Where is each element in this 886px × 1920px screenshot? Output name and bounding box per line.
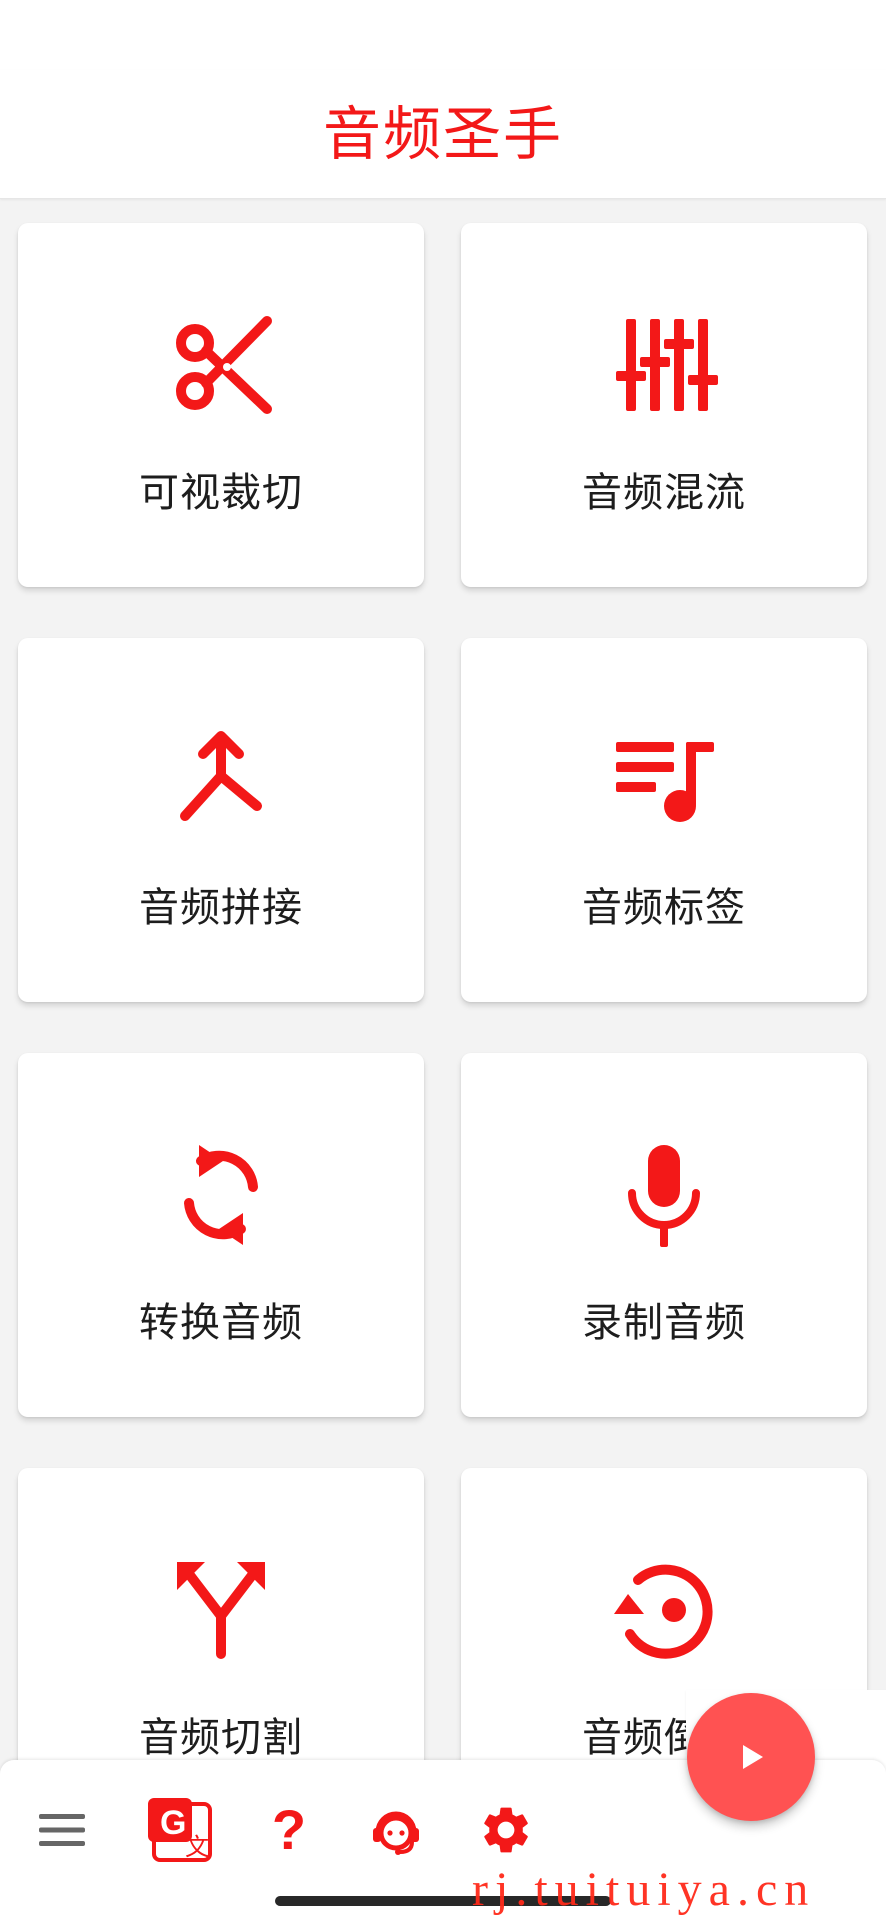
status-bar [0, 0, 886, 70]
translate-icon: G 文 [148, 1798, 212, 1862]
tile-audio-split[interactable]: 音频切割 [18, 1468, 424, 1760]
svg-text:G: G [160, 1804, 186, 1842]
tile-audio-tags[interactable]: 音频标签 [461, 638, 867, 1002]
menu-button[interactable] [22, 1790, 102, 1870]
play-fab[interactable] [687, 1693, 815, 1821]
page-title: 音频圣手 [322, 100, 563, 168]
translate-button[interactable]: G 文 [140, 1790, 220, 1870]
merge-icon [180, 731, 262, 821]
settings-button[interactable] [466, 1790, 546, 1870]
support-button[interactable] [356, 1790, 436, 1870]
tile-audio-merge[interactable]: 音频拼接 [18, 638, 424, 1002]
help-button[interactable]: ? [249, 1790, 329, 1870]
music-list-icon [616, 742, 714, 822]
tile-label: 音频标签 [582, 885, 746, 931]
microphone-icon [628, 1145, 700, 1247]
tile-label: 可视裁切 [139, 470, 303, 516]
tile-label: 录制音频 [582, 1300, 746, 1346]
play-icon [743, 1745, 763, 1769]
split-icon [177, 1562, 265, 1659]
svg-text:文: 文 [185, 1833, 209, 1861]
tile-label: 转换音频 [139, 1300, 303, 1346]
tile-record-audio[interactable]: 录制音频 [461, 1053, 867, 1417]
watermark-text: rj.tuituiya.cn [472, 1863, 816, 1916]
reverse-icon [614, 1564, 713, 1659]
tile-audio-mix[interactable]: 音频混流 [461, 223, 867, 587]
tile-label: 音频切割 [139, 1715, 303, 1760]
equalizer-icon [616, 319, 718, 411]
scissors-icon [176, 316, 272, 414]
settings-icon [484, 1807, 528, 1853]
sync-icon [184, 1145, 258, 1245]
support-agent-icon [373, 1811, 419, 1855]
help-icon: ? [271, 1798, 307, 1861]
app-header: 音频圣手 [0, 70, 886, 199]
feature-grid: 可视裁切 音频混流 音频拼接 音频标签 转换音频 录制音频 音频切割 音频倒放 [0, 198, 886, 1760]
tile-visual-trim[interactable]: 可视裁切 [18, 223, 424, 587]
tile-label: 音频拼接 [139, 885, 303, 931]
tile-label: 音频混流 [582, 470, 746, 516]
tile-convert-audio[interactable]: 转换音频 [18, 1053, 424, 1417]
menu-icon [39, 1814, 85, 1846]
